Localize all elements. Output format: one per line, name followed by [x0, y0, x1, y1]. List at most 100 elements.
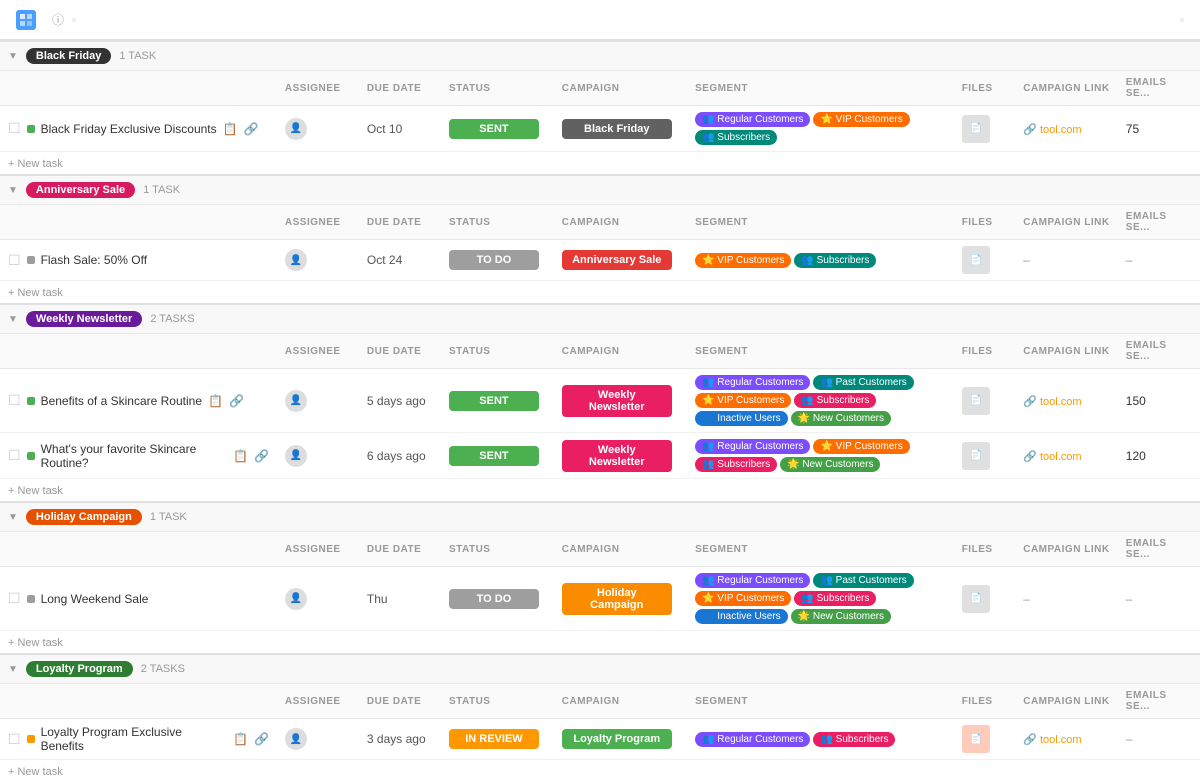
segment-tag[interactable]: 👤 Inactive Users: [695, 411, 788, 426]
segment-tag[interactable]: 🌟 New Customers: [780, 457, 880, 472]
segment-tag[interactable]: 👥 Past Customers: [813, 375, 913, 390]
task-checkbox[interactable]: ☐: [8, 392, 21, 409]
segment-tag[interactable]: ⭐ VIP Customers: [695, 253, 791, 268]
assignee-avatar[interactable]: 👤: [285, 249, 307, 271]
task-checkbox[interactable]: ☐: [8, 120, 21, 137]
file-thumb[interactable]: 📄: [962, 387, 990, 415]
segment-tag[interactable]: 👥 Subscribers: [794, 393, 876, 408]
group-label-black-friday[interactable]: Black Friday: [26, 48, 111, 64]
status-badge[interactable]: SENT: [449, 446, 539, 466]
due-date-cell[interactable]: Oct 24: [359, 240, 441, 281]
task-link-icon[interactable]: 🔗: [244, 122, 259, 136]
new-task-button[interactable]: [72, 18, 76, 22]
due-date-cell[interactable]: Oct 10: [359, 106, 441, 152]
status-cell[interactable]: IN REVIEW: [441, 719, 554, 760]
campaign-badge[interactable]: Black Friday: [562, 119, 672, 139]
file-thumb[interactable]: 📄: [962, 725, 990, 753]
new-task-link[interactable]: + New task: [8, 637, 63, 649]
segment-tag[interactable]: ⭐ VIP Customers: [695, 591, 791, 606]
campaign-cell[interactable]: Black Friday: [554, 106, 687, 152]
file-thumb[interactable]: 📄: [962, 585, 990, 613]
assignee-avatar[interactable]: 👤: [285, 390, 307, 412]
campaign-link[interactable]: 🔗 tool.com: [1023, 396, 1081, 408]
due-date-cell[interactable]: 3 days ago: [359, 719, 441, 760]
task-checkbox[interactable]: ☐: [8, 590, 21, 607]
segment-tag[interactable]: ⭐ VIP Customers: [695, 393, 791, 408]
info-icon[interactable]: ⓘ: [52, 11, 64, 28]
due-date-cell[interactable]: 6 days ago: [359, 433, 441, 479]
segment-tag[interactable]: 👥 Subscribers: [813, 732, 895, 747]
campaign-link[interactable]: 🔗 tool.com: [1023, 124, 1081, 136]
segment-tag[interactable]: 👥 Regular Customers: [695, 439, 810, 454]
segment-tag[interactable]: 👥 Subscribers: [794, 253, 876, 268]
segment-tag[interactable]: 👥 Subscribers: [794, 591, 876, 606]
segment-tag[interactable]: 🌟 New Customers: [791, 411, 891, 426]
due-date-cell[interactable]: 5 days ago: [359, 369, 441, 433]
status-cell[interactable]: TO DO: [441, 567, 554, 631]
campaign-cell[interactable]: Holiday Campaign: [554, 567, 687, 631]
new-task-link[interactable]: + New task: [8, 766, 63, 778]
task-name[interactable]: Black Friday Exclusive Discounts: [41, 122, 217, 136]
segment-tag[interactable]: 👥 Regular Customers: [695, 375, 810, 390]
task-checkbox[interactable]: ☐: [8, 731, 21, 748]
assignee-avatar[interactable]: 👤: [285, 118, 307, 140]
segment-tag[interactable]: 👤 Inactive Users: [695, 609, 788, 624]
due-date-cell[interactable]: Thu: [359, 567, 441, 631]
status-badge[interactable]: SENT: [449, 391, 539, 411]
hide-closed-button[interactable]: [1180, 18, 1184, 22]
campaign-badge[interactable]: Anniversary Sale: [562, 250, 672, 270]
campaign-cell[interactable]: Weekly Newsletter: [554, 369, 687, 433]
group-label-anniversary-sale[interactable]: Anniversary Sale: [26, 182, 135, 198]
status-badge[interactable]: SENT: [449, 119, 539, 139]
file-thumb[interactable]: 📄: [962, 442, 990, 470]
file-thumb[interactable]: 📄: [962, 115, 990, 143]
group-toggle-anniversary-sale[interactable]: ▼: [8, 185, 18, 196]
assignee-avatar[interactable]: 👤: [285, 445, 307, 467]
campaign-link[interactable]: 🔗 tool.com: [1023, 451, 1081, 463]
campaign-badge[interactable]: Weekly Newsletter: [562, 440, 672, 472]
group-toggle-weekly-newsletter[interactable]: ▼: [8, 314, 18, 325]
task-name[interactable]: What's your favorite Skincare Routine?: [41, 442, 227, 470]
task-checkbox[interactable]: ☐: [8, 447, 21, 464]
group-label-weekly-newsletter[interactable]: Weekly Newsletter: [26, 311, 142, 327]
task-name[interactable]: Benefits of a Skincare Routine: [41, 394, 202, 408]
segment-tag[interactable]: 👥 Subscribers: [695, 130, 777, 145]
segment-tag[interactable]: 👥 Regular Customers: [695, 573, 810, 588]
task-name[interactable]: Flash Sale: 50% Off: [41, 253, 148, 267]
campaign-badge[interactable]: Holiday Campaign: [562, 583, 672, 615]
task-link-icon[interactable]: 🔗: [254, 449, 269, 463]
task-link-icon[interactable]: 🔗: [254, 732, 269, 746]
assignee-avatar[interactable]: 👤: [285, 588, 307, 610]
file-thumb[interactable]: 📄: [962, 246, 990, 274]
task-name[interactable]: Loyalty Program Exclusive Benefits: [41, 725, 227, 753]
group-label-loyalty-program[interactable]: Loyalty Program: [26, 661, 133, 677]
task-checkbox[interactable]: ☐: [8, 252, 21, 269]
task-link-icon[interactable]: 🔗: [229, 394, 244, 408]
group-toggle-holiday-campaign[interactable]: ▼: [8, 512, 18, 523]
status-cell[interactable]: SENT: [441, 433, 554, 479]
campaign-cell[interactable]: Anniversary Sale: [554, 240, 687, 281]
campaign-badge[interactable]: Weekly Newsletter: [562, 385, 672, 417]
segment-tag[interactable]: ⭐ VIP Customers: [813, 112, 909, 127]
task-name[interactable]: Long Weekend Sale: [41, 592, 149, 606]
segment-tag[interactable]: 👥 Regular Customers: [695, 112, 810, 127]
group-toggle-black-friday[interactable]: ▼: [8, 51, 18, 62]
status-cell[interactable]: SENT: [441, 106, 554, 152]
segment-tag[interactable]: 👥 Subscribers: [695, 457, 777, 472]
status-cell[interactable]: TO DO: [441, 240, 554, 281]
segment-tag[interactable]: 🌟 New Customers: [791, 609, 891, 624]
assignee-avatar[interactable]: 👤: [285, 728, 307, 750]
segment-tag[interactable]: ⭐ VIP Customers: [813, 439, 909, 454]
new-task-link[interactable]: + New task: [8, 485, 63, 497]
segment-tag[interactable]: 👥 Regular Customers: [695, 732, 810, 747]
group-toggle-loyalty-program[interactable]: ▼: [8, 664, 18, 675]
status-badge[interactable]: TO DO: [449, 589, 539, 609]
new-task-link[interactable]: + New task: [8, 287, 63, 299]
campaign-link[interactable]: 🔗 tool.com: [1023, 734, 1081, 746]
new-task-link[interactable]: + New task: [8, 158, 63, 170]
segment-tag[interactable]: 👥 Past Customers: [813, 573, 913, 588]
status-cell[interactable]: SENT: [441, 369, 554, 433]
status-badge[interactable]: TO DO: [449, 250, 539, 270]
campaign-cell[interactable]: Weekly Newsletter: [554, 433, 687, 479]
group-label-holiday-campaign[interactable]: Holiday Campaign: [26, 509, 142, 525]
